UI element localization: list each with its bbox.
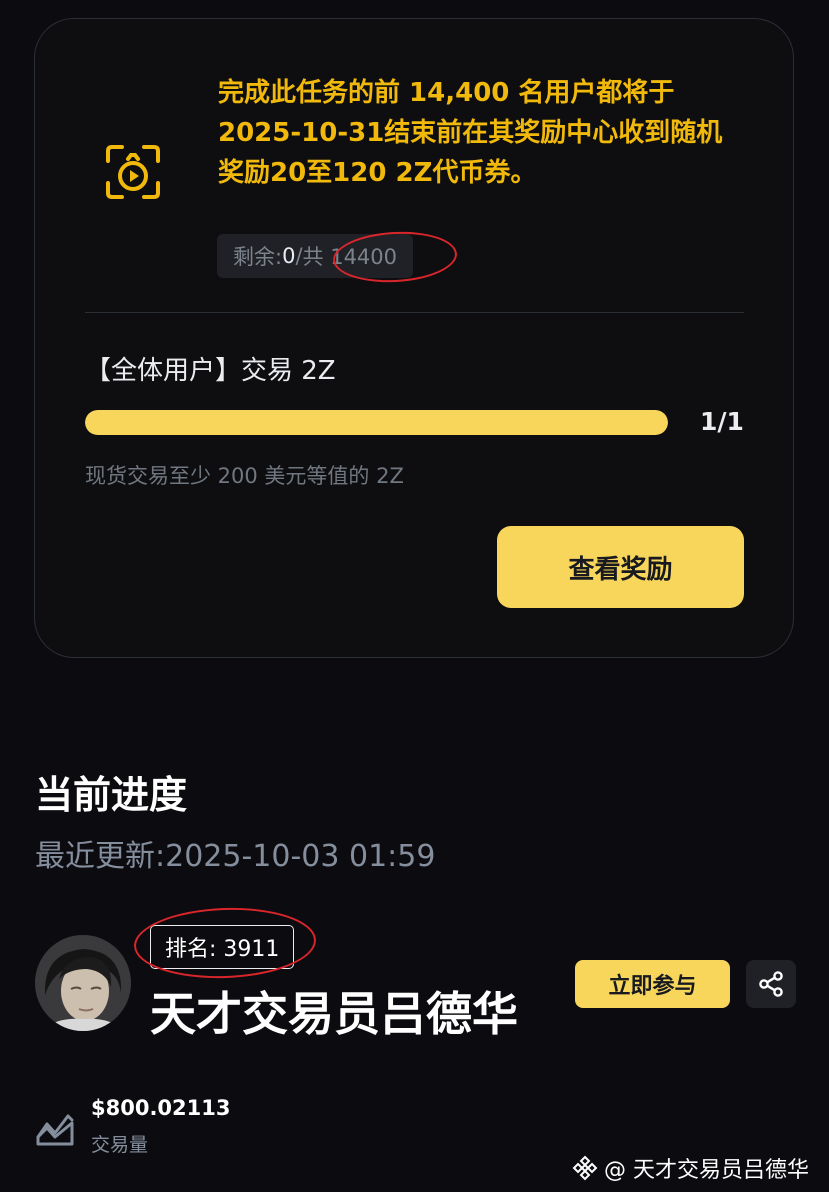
section-title: 当前进度 xyxy=(35,773,188,817)
scan-coin-icon xyxy=(106,145,160,199)
remaining-label: 剩余: xyxy=(233,245,283,269)
progress-bar xyxy=(85,410,668,435)
binance-logo-icon xyxy=(572,1155,598,1181)
remaining-separator: / xyxy=(295,244,303,268)
remaining-total: 共 14400 xyxy=(302,245,398,269)
progress-text: 1/1 xyxy=(700,407,744,436)
trend-chart-icon xyxy=(36,1114,74,1146)
task-requirement: 现货交易至少 200 美元等值的 2Z xyxy=(85,464,404,488)
trade-volume-label: 交易量 xyxy=(91,1134,149,1156)
task-description: 完成此任务的前 14,400 名用户都将于 2025-10-31结束前在其奖励中… xyxy=(218,78,723,188)
watermark: @ 天才交易员吕德华 xyxy=(572,1152,809,1184)
card-divider xyxy=(85,312,744,313)
rank-badge: 排名: 3911 xyxy=(150,925,295,969)
last-updated: 最近更新:2025-10-03 01:59 xyxy=(35,839,436,874)
avatar-portrait-icon xyxy=(35,935,131,1031)
task-title: 【全体用户】交易 2Z xyxy=(85,356,336,386)
remaining-count: 0 xyxy=(282,244,296,268)
progress-bar-fill xyxy=(85,410,668,435)
page: 完成此任务的前 14,400 名用户都将于 2025-10-31结束前在其奖励中… xyxy=(0,0,829,1192)
join-now-button[interactable]: 立即参与 xyxy=(575,960,730,1008)
user-name: 天才交易员吕德华 xyxy=(150,987,518,1041)
share-icon xyxy=(759,971,783,997)
remaining-quota: 剩余: 0 / 共 14400 xyxy=(217,234,414,278)
avatar[interactable] xyxy=(35,935,131,1031)
trade-volume-value: $800.02113 xyxy=(91,1096,231,1120)
watermark-text: @ 天才交易员吕德华 xyxy=(604,1158,809,1183)
share-button[interactable] xyxy=(746,960,796,1008)
view-reward-button[interactable]: 查看奖励 xyxy=(497,526,744,608)
